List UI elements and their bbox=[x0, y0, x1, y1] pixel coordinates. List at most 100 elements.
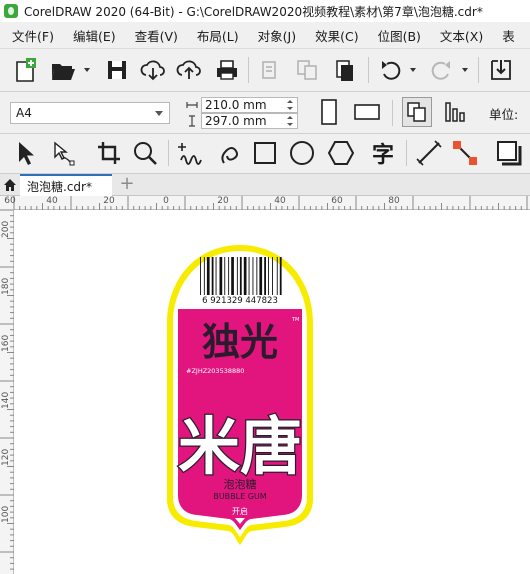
cloud-upload-icon bbox=[176, 60, 201, 79]
current-page-button[interactable] bbox=[440, 97, 470, 127]
crop-icon bbox=[98, 142, 120, 164]
product-name: 泡泡糖 bbox=[224, 477, 257, 491]
page-height-value: 297.0 mm bbox=[205, 114, 267, 128]
home-button[interactable] bbox=[0, 174, 20, 196]
freehand-tool[interactable] bbox=[176, 138, 206, 168]
drawing-canvas[interactable]: 6 921329 447823 TM 独光 #ZJHZ203538880 米唐 … bbox=[15, 210, 530, 574]
document-tab-bar: 泡泡糖.cdr* + bbox=[0, 174, 530, 196]
open-button[interactable] bbox=[48, 55, 78, 85]
chevron-down-icon bbox=[155, 111, 163, 116]
publish-button[interactable] bbox=[330, 55, 360, 85]
standard-toolbar bbox=[0, 48, 530, 92]
width-icon bbox=[186, 102, 198, 108]
connector-tool[interactable] bbox=[450, 138, 480, 168]
page-width-value: 210.0 mm bbox=[205, 98, 267, 112]
drop-shadow-tool[interactable] bbox=[494, 138, 524, 168]
rectangle-tool[interactable] bbox=[250, 138, 280, 168]
toolbar-divider bbox=[248, 57, 249, 83]
import-file-button[interactable] bbox=[486, 55, 516, 85]
shape-tool[interactable] bbox=[48, 138, 78, 168]
landscape-icon bbox=[354, 104, 380, 120]
portrait-icon bbox=[321, 99, 337, 125]
chevron-down-icon[interactable] bbox=[462, 68, 468, 72]
tab-document[interactable]: 泡泡糖.cdr* bbox=[20, 174, 112, 196]
menu-object[interactable]: 对象(J) bbox=[252, 26, 302, 45]
height-spinner[interactable] bbox=[284, 114, 296, 128]
export-button[interactable] bbox=[292, 55, 322, 85]
save-icon bbox=[108, 61, 126, 79]
menu-view[interactable]: 查看(V) bbox=[129, 26, 184, 45]
menu-bitmaps[interactable]: 位图(B) bbox=[372, 26, 427, 45]
open-folder-icon bbox=[52, 64, 75, 80]
tab-document-label: 泡泡糖.cdr* bbox=[27, 180, 92, 194]
pointer-icon bbox=[19, 142, 34, 165]
zoom-tool[interactable] bbox=[130, 138, 160, 168]
pick-tool[interactable] bbox=[10, 138, 40, 168]
ellipse-tool[interactable] bbox=[287, 138, 317, 168]
horizontal-ruler[interactable]: 60 40 20 0 20 40 60 80 bbox=[4, 196, 530, 210]
bars-icon bbox=[445, 102, 465, 122]
print-button[interactable] bbox=[212, 55, 242, 85]
page-height-field[interactable]: 297.0 mm bbox=[201, 113, 298, 129]
new-document-button[interactable] bbox=[10, 55, 40, 85]
bubble-gum-label-artwork[interactable]: 6 921329 447823 TM 独光 #ZJHZ203538880 米唐 … bbox=[165, 243, 315, 563]
import-button[interactable] bbox=[254, 55, 284, 85]
crop-tool[interactable] bbox=[94, 138, 124, 168]
parallel-dimension-tool[interactable] bbox=[414, 138, 444, 168]
page-width-field[interactable]: 210.0 mm bbox=[201, 97, 298, 113]
dimension-line-icon bbox=[416, 140, 442, 166]
coreldraw-app-icon bbox=[4, 4, 18, 18]
home-icon bbox=[4, 179, 16, 191]
text-tool-glyph: 字 bbox=[371, 143, 394, 168]
add-tab-button[interactable]: + bbox=[116, 174, 138, 196]
toolbar-divider bbox=[406, 140, 407, 166]
cloud-download-button[interactable] bbox=[138, 55, 168, 85]
chevron-down-icon[interactable] bbox=[410, 68, 416, 72]
polygon-tool[interactable] bbox=[326, 138, 356, 168]
window-title: CorelDRAW 2020 (64-Bit) - G:\CorelDRAW20… bbox=[24, 4, 483, 19]
ruler-label: 80 bbox=[388, 196, 400, 206]
cloud-upload-button[interactable] bbox=[174, 55, 204, 85]
menu-effects[interactable]: 效果(C) bbox=[309, 26, 364, 45]
width-spinner[interactable] bbox=[284, 98, 296, 112]
brand-logo: 独光 bbox=[202, 320, 278, 364]
barcode-number: 6 921329 447823 bbox=[202, 296, 278, 306]
landscape-button[interactable] bbox=[352, 97, 382, 127]
menu-edit[interactable]: 编辑(E) bbox=[67, 26, 122, 45]
trademark-mark: TM bbox=[291, 317, 299, 323]
import-icon bbox=[262, 61, 276, 79]
save-button[interactable] bbox=[102, 55, 132, 85]
ellipse-icon bbox=[290, 141, 314, 165]
menu-file[interactable]: 文件(F) bbox=[6, 26, 60, 45]
export-icon bbox=[297, 60, 317, 80]
text-tool[interactable]: 字 bbox=[368, 138, 398, 168]
menu-bar: 文件(F) 编辑(E) 查看(V) 布局(L) 对象(J) 效果(C) 位图(B… bbox=[0, 22, 530, 48]
open-label: 开启 bbox=[232, 506, 248, 516]
polygon-icon bbox=[327, 141, 355, 165]
menu-layout[interactable]: 布局(L) bbox=[191, 26, 245, 45]
clipboard-icon bbox=[336, 60, 353, 81]
big-title-text: 米唐 bbox=[178, 410, 302, 483]
chevron-down-icon[interactable] bbox=[84, 68, 90, 72]
artistic-media-tool[interactable] bbox=[214, 138, 244, 168]
ruler-label: 60 bbox=[331, 196, 343, 206]
ruler-label: 40 bbox=[274, 196, 286, 206]
ruler-label: 120 bbox=[1, 448, 11, 466]
vertical-ruler[interactable]: 200 180 160 140 120 100 bbox=[0, 210, 14, 574]
print-icon bbox=[217, 60, 237, 80]
redo-button[interactable] bbox=[426, 55, 456, 85]
page-size-select[interactable]: A4 bbox=[10, 102, 170, 124]
import-arrow-icon bbox=[491, 60, 511, 80]
new-document-icon bbox=[16, 58, 36, 82]
height-icon bbox=[189, 115, 195, 127]
all-pages-button[interactable] bbox=[402, 97, 432, 127]
menu-text[interactable]: 文本(X) bbox=[434, 26, 489, 45]
portrait-button[interactable] bbox=[314, 97, 344, 127]
redo-icon bbox=[431, 61, 450, 80]
shape-edit-icon bbox=[54, 141, 75, 166]
undo-button[interactable] bbox=[376, 55, 406, 85]
page-size-value: A4 bbox=[16, 106, 32, 120]
ruler-label: 0 bbox=[163, 196, 169, 206]
all-pages-icon bbox=[407, 102, 426, 122]
menu-table[interactable]: 表 bbox=[496, 26, 521, 45]
